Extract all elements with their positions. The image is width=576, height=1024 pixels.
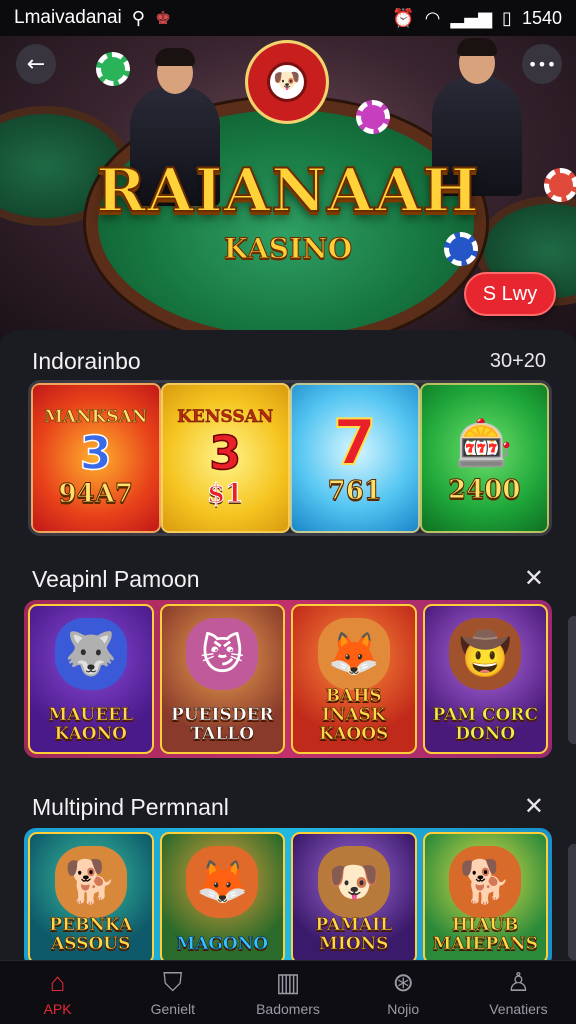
game-tile-number: 3	[208, 426, 242, 480]
search-icon: ⚲	[131, 7, 145, 29]
section-title-2: Veapinl Pamoon	[32, 566, 200, 592]
game-tile[interactable]: 🎰 2400	[419, 383, 549, 533]
back-button[interactable]: ←	[16, 44, 56, 84]
status-time: 1540	[521, 7, 562, 28]
slot-machine-icon: 🎰	[455, 416, 513, 470]
cowgirl-character-icon: 🤠	[449, 618, 522, 690]
nav-label: APK	[43, 1000, 72, 1017]
chart-icon: ▥	[275, 966, 301, 997]
game-tile-name: BAHS INASK KAOOS	[319, 686, 389, 744]
dog-character-icon: 🐕	[449, 846, 522, 918]
game-tile-amount: 94A7	[58, 479, 133, 510]
section-2-close-icon[interactable]: ✕	[524, 564, 544, 592]
nav-item-profile[interactable]: ♙ Venatiers	[461, 961, 576, 1024]
brand-title: RAIANAAH	[95, 155, 480, 227]
shield-icon: ⛉	[163, 966, 183, 997]
game-tile[interactable]: 7 761	[290, 383, 420, 533]
game-row-2: 🐺 MAUEEL KAONO 😼 PUEISDER TALLO 🦊 BAHS I…	[24, 600, 552, 758]
signal-icon: ▂▄▆	[450, 7, 493, 29]
wolf-character-icon: 🐺	[54, 618, 127, 690]
nav-label: Venatiers	[489, 1000, 548, 1017]
game-tile-number: 3	[79, 426, 113, 480]
logo-badge: 🐶	[245, 40, 329, 124]
game-tile[interactable]: 🐕 HIAUB MAIEPANS	[422, 832, 548, 964]
cat-character-icon: 😼	[186, 618, 259, 690]
game-tile-amount: 761	[327, 476, 382, 507]
game-tile[interactable]: 🤠 PAM CORC DONO	[422, 604, 548, 754]
wifi-icon: ◠	[424, 7, 441, 29]
chip-icon	[96, 52, 130, 86]
section-3-close-icon[interactable]: ✕	[524, 792, 544, 820]
dog-character-icon: 🐕	[54, 846, 127, 918]
more-button[interactable]: •••	[522, 44, 562, 84]
game-tile-name: PEBNKA ASSOUS	[49, 915, 133, 954]
nav-item-explore[interactable]: ⊛ Nojio	[346, 961, 461, 1024]
game-tile-name: PAM CORC DONO	[432, 705, 538, 744]
game-tile-name: PAMAIL MIONS	[315, 915, 393, 954]
game-icon: ♚	[154, 7, 172, 29]
game-tile[interactable]: 🐕 PEBNKA ASSOUS	[28, 832, 154, 964]
compass-icon: ⊛	[392, 966, 415, 997]
scroll-peek	[568, 616, 576, 744]
game-tile-number: 7	[332, 406, 377, 479]
nav-item-home[interactable]: ⌂ APK	[0, 961, 115, 1024]
game-tile-amount: 2400	[448, 475, 521, 506]
game-tile[interactable]: 🦊 BAHS INASK KAOOS	[291, 604, 417, 754]
scroll-peek	[568, 844, 576, 960]
chip-icon	[356, 100, 390, 134]
section-title-3: Multipind Permnanl	[32, 794, 229, 820]
game-row-3: 🐕 PEBNKA ASSOUS 🦊 MAGONO 🐶 PAMAIL MIONS …	[24, 828, 552, 968]
game-tile-name: MAGONO	[176, 934, 269, 954]
nav-label: Badomers	[256, 1000, 320, 1017]
play-button[interactable]: S Lwy	[464, 272, 556, 316]
more-icon: •••	[527, 54, 557, 74]
alarm-icon: ⏰	[392, 7, 415, 29]
person-icon: ♙	[506, 966, 531, 997]
section-1-counter: 30+20	[489, 350, 546, 372]
status-bar: Lmaivadanai ⚲ ♚ ⏰ ◠ ▂▄▆ ▯ 1540	[0, 0, 576, 36]
nav-label: Genielt	[150, 1000, 195, 1017]
fox-character-icon: 🦊	[186, 846, 259, 918]
battery-icon: ▯	[502, 7, 512, 29]
brand-subtitle: KASINO	[223, 232, 353, 266]
game-tile-amount: $1	[207, 479, 244, 510]
dog-mascot-icon: 🐶	[267, 62, 307, 102]
featured-row: MANKSAN 3 94A7 KENSSAN 3 $1 7 761 🎰 2400	[28, 380, 552, 536]
section-title-1: Indorainbo	[32, 348, 141, 374]
game-tile[interactable]: 🐶 PAMAIL MIONS	[291, 832, 417, 964]
nav-label: Nojio	[387, 1000, 420, 1017]
dog-character-icon: 🐶	[317, 846, 390, 918]
game-tile-name: MAUEEL KAONO	[48, 705, 134, 744]
bottom-nav: ⌂ APK ⛉ Genielt ▥ Badomers ⊛ Nojio ♙ Ven…	[0, 960, 576, 1024]
carrier-name: Lmaivadanai	[14, 7, 122, 28]
home-icon: ⌂	[49, 966, 66, 997]
game-tile-name: MANKSAN	[44, 407, 148, 428]
back-arrow-icon: ←	[26, 51, 46, 77]
game-tile-name: PUEISDER TALLO	[170, 705, 274, 744]
game-tile-name: HIAUB MAIEPANS	[432, 915, 538, 954]
game-tile[interactable]: 🦊 MAGONO	[159, 832, 285, 964]
game-tile[interactable]: 🐺 MAUEEL KAONO	[28, 604, 154, 754]
app-root: Lmaivadanai ⚲ ♚ ⏰ ◠ ▂▄▆ ▯ 1540 🐶 RAIANAA…	[0, 0, 576, 1024]
nav-item-stats[interactable]: ▥ Badomers	[230, 961, 345, 1024]
game-tile[interactable]: KENSSAN 3 $1	[160, 383, 290, 533]
game-tile-name: KENSSAN	[177, 407, 274, 427]
nav-item-games[interactable]: ⛉ Genielt	[115, 961, 230, 1024]
game-tile[interactable]: 😼 PUEISDER TALLO	[159, 604, 285, 754]
game-tile[interactable]: MANKSAN 3 94A7	[31, 383, 161, 533]
fox-character-icon: 🦊	[317, 618, 390, 690]
